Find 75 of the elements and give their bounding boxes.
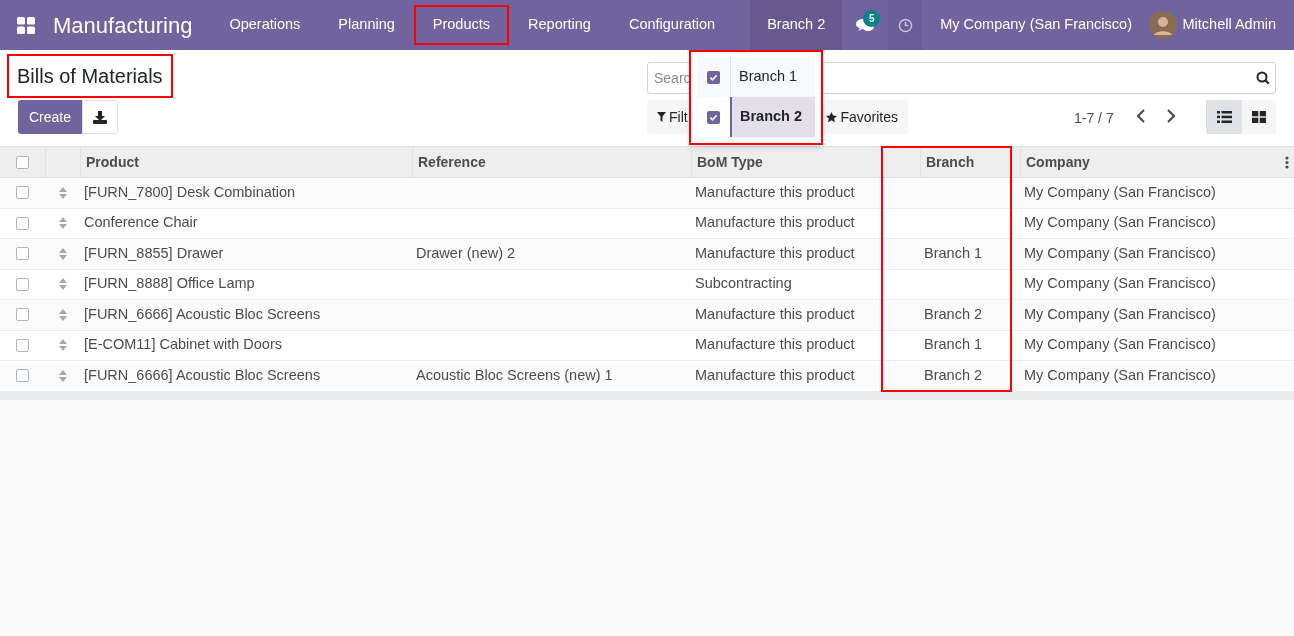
create-button[interactable]: Create — [18, 100, 83, 134]
branch-option[interactable]: Branch 1 — [697, 57, 815, 97]
favorites-button[interactable]: Favorites — [826, 106, 898, 128]
table-cell: [FURN_7800] Desk Combination — [84, 183, 296, 200]
table-cell: Acoustic Bloc Screens (new) 1 — [416, 366, 613, 383]
column-header[interactable]: Product — [80, 147, 412, 177]
drag-handle-icon[interactable] — [58, 247, 67, 260]
table-cell: [FURN_8888] Office Lamp — [84, 275, 255, 292]
table-cell: Manufacture this product — [695, 305, 855, 322]
grid-icon — [1252, 111, 1266, 123]
drag-handle-icon[interactable] — [58, 278, 67, 291]
table-cell: My Company (San Francisco) — [1024, 305, 1216, 322]
drag-handle-icon[interactable] — [58, 217, 67, 230]
row-checkbox[interactable] — [16, 216, 29, 230]
table-cell: My Company (San Francisco) — [1024, 244, 1216, 261]
download-button[interactable] — [82, 100, 119, 134]
table-cell: Branch 1 — [924, 336, 983, 353]
company-switcher[interactable]: My Company (San Francisco) — [940, 14, 1132, 36]
filters-button[interactable]: Filt — [647, 106, 688, 128]
table-cell: [E-COM11] Cabinet with Doors — [84, 336, 282, 353]
table-cell: Branch 2 — [924, 305, 983, 322]
user-menu[interactable]: Mitchell Admin — [1182, 14, 1276, 36]
table-cell: Manufacture this product — [695, 214, 855, 231]
drag-handle-icon[interactable] — [58, 186, 67, 199]
filter-icon — [657, 112, 666, 122]
table-cell: My Company (San Francisco) — [1024, 214, 1216, 231]
table-cell: [FURN_6666] Acoustic Bloc Screens — [84, 305, 321, 322]
drag-handle-icon[interactable] — [58, 339, 67, 352]
table-cell: Conference Chair — [84, 214, 198, 231]
app-title: Manufacturing — [53, 11, 193, 40]
table-cell: Branch 2 — [924, 366, 983, 383]
table-cell: Drawer (new) 2 — [416, 244, 516, 261]
row-checkbox[interactable] — [16, 369, 29, 383]
table-cell: Subcontracting — [695, 275, 792, 292]
clock-icon[interactable] — [897, 17, 913, 33]
message-count-badge: 5 — [863, 10, 881, 27]
column-options-icon[interactable] — [1285, 156, 1289, 169]
star-icon — [826, 111, 838, 123]
table-cell: Manufacture this product — [695, 366, 855, 383]
branch-checkbox[interactable] — [707, 70, 720, 84]
row-checkbox[interactable] — [16, 308, 29, 322]
download-icon — [93, 110, 108, 124]
table-cell: My Company (San Francisco) — [1024, 275, 1216, 292]
select-all-checkbox[interactable] — [16, 155, 29, 169]
table-cell: [FURN_6666] Acoustic Bloc Screens — [84, 366, 321, 383]
search-icon[interactable] — [1256, 71, 1270, 85]
row-checkbox[interactable] — [16, 247, 29, 261]
column-header[interactable]: Branch — [920, 147, 1020, 177]
nav-menu-item[interactable]: Products — [413, 5, 510, 45]
row-checkbox[interactable] — [16, 338, 29, 352]
apps-grid-icon[interactable] — [17, 16, 35, 34]
table-cell: My Company (San Francisco) — [1024, 336, 1216, 353]
previous-page-icon[interactable] — [1136, 109, 1146, 123]
table-cell: Branch 1 — [924, 244, 983, 261]
drag-handle-icon[interactable] — [58, 369, 67, 382]
table-cell: My Company (San Francisco) — [1024, 366, 1216, 383]
pager-text: 1-7 / 7 — [1074, 109, 1114, 128]
next-page-icon[interactable] — [1166, 109, 1176, 123]
table-cell: [FURN_8855] Drawer — [84, 244, 224, 261]
row-checkbox[interactable] — [16, 277, 29, 291]
column-header[interactable]: BoM Type — [691, 147, 920, 177]
row-checkbox[interactable] — [16, 186, 29, 200]
table-cell: Manufacture this product — [695, 336, 855, 353]
table-cell: My Company (San Francisco) — [1024, 183, 1216, 200]
branch-checkbox[interactable] — [707, 110, 720, 124]
branch-switcher[interactable]: Branch 2 — [750, 0, 843, 50]
page-title: Bills of Materials — [9, 56, 171, 96]
drag-handle-icon[interactable] — [58, 308, 67, 321]
user-avatar[interactable] — [1148, 11, 1177, 39]
list-icon — [1216, 111, 1232, 123]
table-cell: Manufacture this product — [695, 183, 855, 200]
column-header[interactable]: Reference — [412, 147, 691, 177]
list-view-button[interactable] — [1206, 100, 1242, 134]
kanban-view-button[interactable] — [1242, 100, 1276, 134]
table-cell: Manufacture this product — [695, 244, 855, 261]
